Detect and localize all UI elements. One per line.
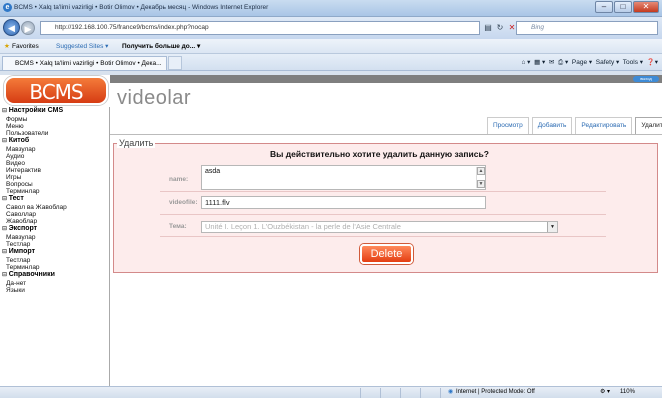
sidebar-head-settings[interactable]: Настройки CMS — [2, 107, 63, 115]
tab-divider — [110, 134, 662, 135]
favorites-bar: ★ Favorites Suggested Sites ▾ Получить б… — [0, 39, 662, 54]
status-divider — [440, 388, 441, 398]
address-input[interactable]: http://192.168.100.75/france9/bcms/index… — [40, 21, 480, 35]
suggested-sites-link[interactable]: Suggested Sites ▾ — [56, 39, 108, 54]
new-tab-button[interactable] — [168, 56, 182, 70]
zone-status: Internet | Protected Mode: Off — [456, 389, 535, 395]
browser-tabbar: BCMS • Xalq ta'limi vazirligi • Botir Ol… — [0, 54, 662, 71]
sidebar-item-export-topics[interactable]: Мавзулар — [6, 234, 36, 241]
textarea-scrollbar[interactable]: ▲ ▼ — [476, 167, 485, 188]
theme-select[interactable]: Unité I. Leçon 1. L'Ouzbékistan - la per… — [201, 221, 558, 233]
globe-icon: ◉ — [448, 389, 454, 395]
scroll-down-icon[interactable]: ▼ — [477, 180, 485, 188]
refresh-icon[interactable]: ↻ — [494, 21, 506, 35]
browser-tab[interactable]: BCMS • Xalq ta'limi vazirligi • Botir Ol… — [2, 56, 167, 70]
sidebar-item-audio[interactable]: Аудио — [6, 153, 24, 160]
window-controls: – □ ✕ — [594, 1, 659, 13]
videofile-input[interactable]: 1111.flv — [201, 196, 486, 209]
star-icon: ★ — [4, 43, 10, 50]
status-bar: ◉ Internet | Protected Mode: Off ⚙ ▾ 110… — [0, 386, 662, 398]
sidebar-item-yes-no[interactable]: Да-нет — [6, 280, 26, 287]
bcms-logo[interactable]: BCMS — [4, 76, 108, 105]
sidebar-head-test[interactable]: Тест — [2, 195, 24, 203]
mail-icon[interactable]: ✉ — [549, 59, 554, 66]
protected-mode-icon[interactable]: ⚙ ▾ — [600, 387, 610, 398]
sidebar-head-references[interactable]: Справочники — [2, 271, 55, 279]
sidebar-item-languages[interactable]: Языки — [6, 287, 25, 294]
favorites-button[interactable]: Favorites — [12, 39, 39, 54]
window-title: BCMS • Xalq ta'limi vazirligi • Botir Ol… — [14, 4, 269, 11]
ie-logo-icon: e — [3, 3, 12, 12]
print-icon[interactable]: ⎙ ▾ — [558, 59, 568, 66]
tab-add[interactable]: Добавить — [531, 117, 573, 134]
page-title: videolar — [117, 87, 192, 109]
maximize-button[interactable]: □ — [614, 1, 632, 13]
name-textarea[interactable]: asda ▲ ▼ — [201, 165, 486, 190]
sidebar-item-forms[interactable]: Формы — [6, 116, 27, 123]
tab-delete[interactable]: Удалить — [635, 117, 662, 134]
theme-label: Тема: — [169, 223, 187, 230]
get-more-addons-link[interactable]: Получить больше до... ▾ — [122, 39, 200, 54]
command-bar: ⌂ ▾ ▦ ▾ ✉ ⎙ ▾ Page ▾ Safety ▾ Tools ▾ ❓▾ — [521, 56, 658, 69]
delete-button[interactable]: Delete — [360, 244, 413, 264]
page-content: BCMS выход Настройки CMS Формы Меню Поль… — [0, 71, 662, 386]
sidebar-item-terms[interactable]: Терминлар — [6, 188, 40, 195]
sidebar-item-questions[interactable]: Вопросы — [6, 181, 33, 188]
status-divider — [360, 388, 361, 398]
safety-menu[interactable]: Safety ▾ — [596, 59, 620, 66]
sidebar-item-menu[interactable]: Меню — [6, 123, 24, 130]
sidebar-item-export-tests[interactable]: Тестлар — [6, 241, 30, 248]
sidebar-item-test-questions[interactable]: Саволлар — [6, 211, 36, 218]
name-label: name: — [169, 176, 189, 183]
sidebar-item-topics[interactable]: Мавзулар — [6, 146, 36, 153]
scroll-up-icon[interactable]: ▲ — [477, 167, 485, 175]
sidebar-head-import[interactable]: Импорт — [2, 248, 35, 256]
compat-view-icon[interactable]: ▤ — [482, 21, 494, 35]
close-button[interactable]: ✕ — [633, 1, 659, 13]
sidebar-head-export[interactable]: Экспорт — [2, 225, 37, 233]
help-icon[interactable]: ❓▾ — [647, 59, 658, 66]
tab-view[interactable]: Просмотр — [487, 117, 529, 134]
sidebar: Настройки CMS Формы Меню Пользователи Ки… — [0, 107, 110, 386]
header-bar — [110, 75, 662, 83]
zoom-level[interactable]: 110% — [620, 387, 635, 398]
window-titlebar: e BCMS • Xalq ta'limi vazirligi • Botir … — [0, 0, 662, 17]
tools-menu[interactable]: Tools ▾ — [623, 59, 643, 66]
page-menu[interactable]: Page ▾ — [572, 59, 592, 66]
sidebar-item-video[interactable]: Видео — [6, 160, 25, 167]
forward-button[interactable]: ▶ — [21, 21, 35, 35]
status-divider — [380, 388, 381, 398]
videofile-label: videofile: — [169, 199, 198, 206]
name-value: asda — [205, 168, 221, 175]
back-button[interactable]: ◀ — [3, 19, 20, 36]
home-icon[interactable]: ⌂ ▾ — [521, 59, 530, 66]
search-input[interactable]: Bing — [516, 21, 658, 35]
sidebar-head-book[interactable]: Китоб — [2, 137, 30, 145]
tab-edit[interactable]: Редактировать — [575, 117, 633, 134]
sidebar-item-import-tests[interactable]: Тестлар — [6, 257, 30, 264]
sidebar-item-interactive[interactable]: Интерактив — [6, 167, 41, 174]
logout-button[interactable]: выход — [633, 76, 659, 82]
minimize-button[interactable]: – — [595, 1, 613, 13]
sidebar-item-users[interactable]: Пользователи — [6, 130, 48, 137]
view-tabs: Просмотр Добавить Редактировать Удалить — [484, 117, 662, 134]
feeds-icon[interactable]: ▦ ▾ — [534, 59, 545, 66]
chevron-down-icon[interactable]: ▼ — [547, 222, 557, 232]
status-divider — [420, 388, 421, 398]
theme-value: Unité I. Leçon 1. L'Ouzbékistan - la per… — [205, 222, 401, 231]
address-actions: ▤ ↻ ✕ — [482, 21, 518, 35]
sidebar-item-qa[interactable]: Савол ва Жавоблар — [6, 204, 67, 211]
sidebar-item-games[interactable]: Игры — [6, 174, 21, 181]
fieldset-legend: Удалить — [117, 138, 156, 148]
sidebar-item-import-terms[interactable]: Терминлар — [6, 264, 40, 271]
confirm-question: Вы действительно хотите удалить данную з… — [270, 149, 489, 159]
status-divider — [400, 388, 401, 398]
sidebar-item-answers[interactable]: Жавоблар — [6, 218, 37, 225]
address-bar-row: ◀ ▶ http://192.168.100.75/france9/bcms/i… — [0, 17, 662, 39]
